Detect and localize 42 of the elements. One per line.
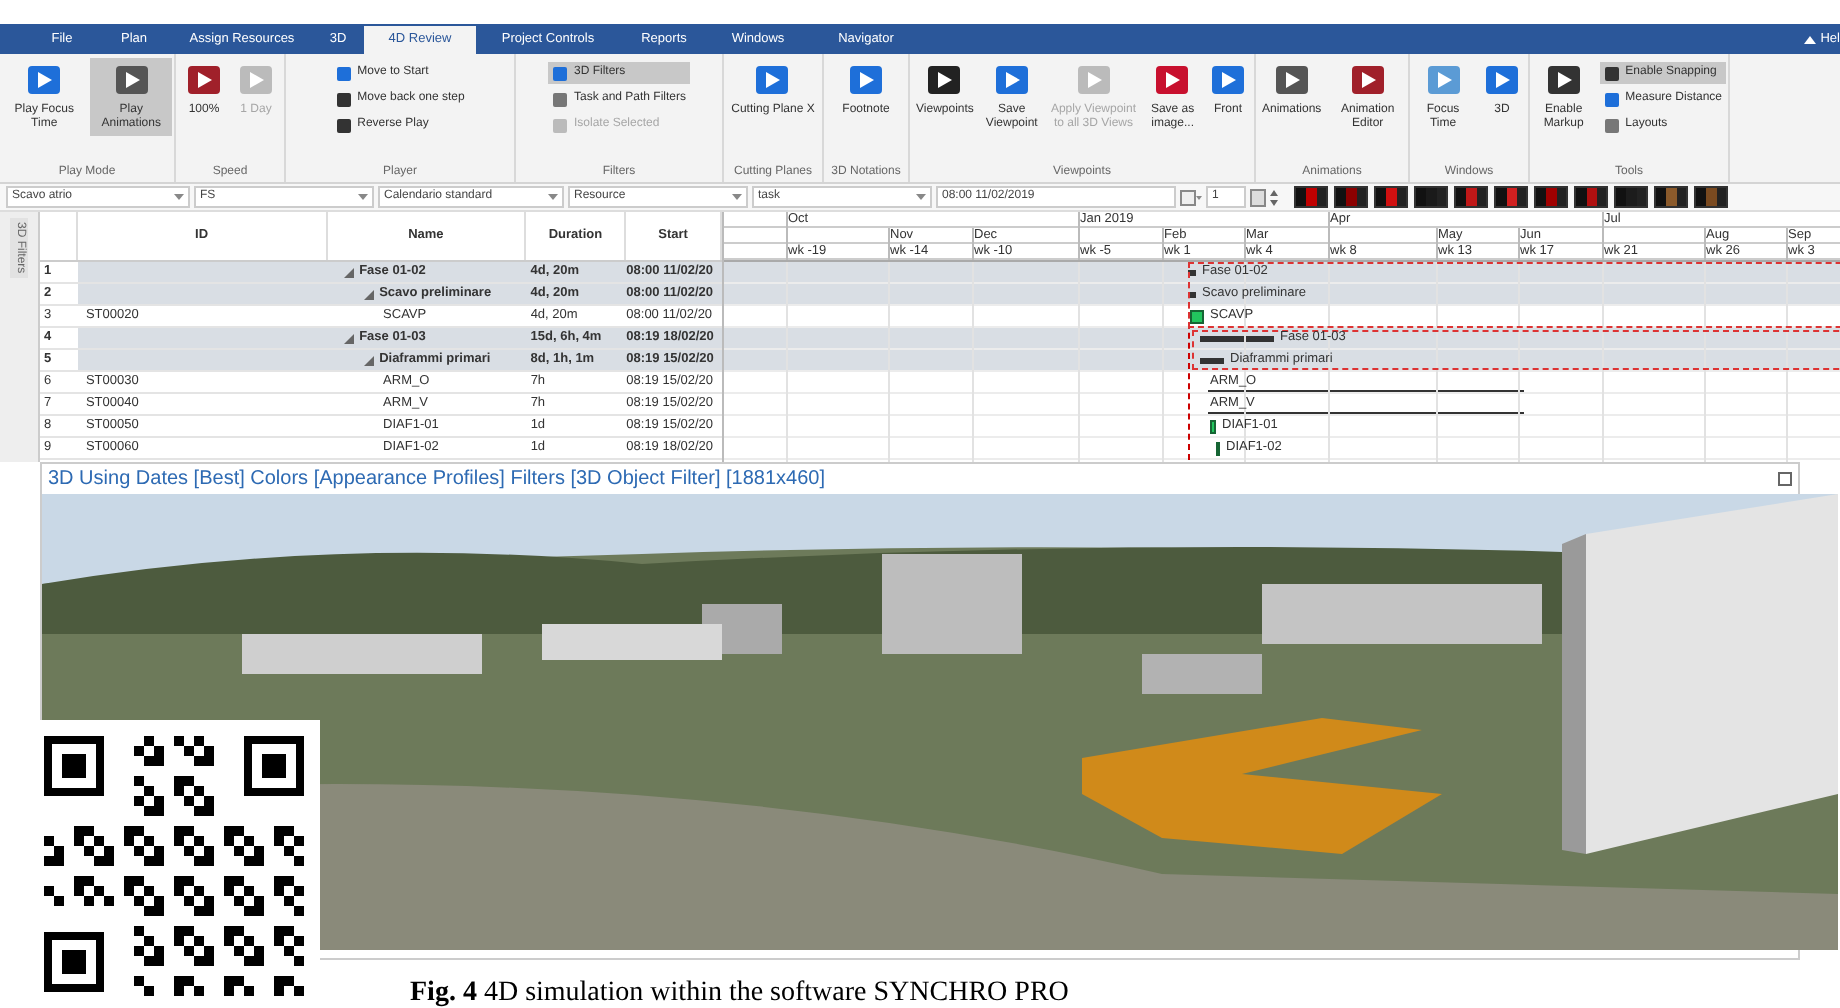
thumbnail-image[interactable] — [1494, 186, 1528, 208]
tool-icon — [752, 60, 793, 100]
maximize-icon — [1778, 472, 1792, 486]
tool-icon — [1423, 60, 1463, 100]
thumbnail-image[interactable] — [1294, 186, 1328, 208]
thumbnail-image[interactable] — [1614, 186, 1648, 208]
gantt-bar[interactable] — [1200, 336, 1274, 342]
thumbnail-image[interactable] — [1414, 186, 1448, 208]
expand-toggle-icon[interactable] — [363, 289, 374, 299]
tool-icon — [184, 60, 224, 100]
thumbnail-image[interactable] — [1454, 186, 1488, 208]
view-title: 3D Using Dates [Best] Colors [Appearance Profiles] Filters [3D Object Filter] [1881x460] — [48, 466, 826, 494]
thumbnail-image[interactable] — [1694, 186, 1728, 208]
tool-icon — [1543, 60, 1584, 100]
thumbnail-image[interactable] — [1574, 186, 1608, 208]
tool-icon — [111, 60, 152, 100]
caret-down-icon — [916, 194, 926, 200]
tool-icon — [1208, 60, 1248, 100]
caret-up-icon — [1804, 35, 1817, 44]
tool-icon — [1152, 60, 1193, 100]
thumbnail-image[interactable] — [1534, 186, 1568, 208]
thumbnail-image[interactable] — [1334, 186, 1368, 208]
tool-icon — [1482, 60, 1522, 100]
tool-icon — [991, 60, 1032, 100]
tool-icon — [846, 60, 886, 100]
caret-down-icon — [358, 194, 368, 200]
expand-toggle-icon[interactable] — [343, 267, 354, 277]
tool-icon — [24, 60, 65, 100]
thumbnail-image[interactable] — [1374, 186, 1408, 208]
caret-down-icon — [174, 194, 184, 200]
expand-toggle-icon[interactable] — [343, 333, 354, 343]
tool-icon — [1347, 60, 1388, 100]
caret-down-icon — [548, 194, 558, 200]
tool-icon — [1271, 60, 1312, 100]
tool-icon — [1073, 60, 1114, 100]
calendar-icon — [1180, 189, 1202, 205]
expand-toggle-icon[interactable] — [363, 355, 374, 365]
tool-icon — [924, 60, 965, 100]
thumbnail-image[interactable] — [1654, 186, 1688, 208]
caret-down-icon — [732, 194, 742, 200]
tool-icon — [236, 60, 276, 100]
figure-caption: Fig. 4 4D simulation within the software SYNCHRO PRO — [408, 976, 1071, 1008]
